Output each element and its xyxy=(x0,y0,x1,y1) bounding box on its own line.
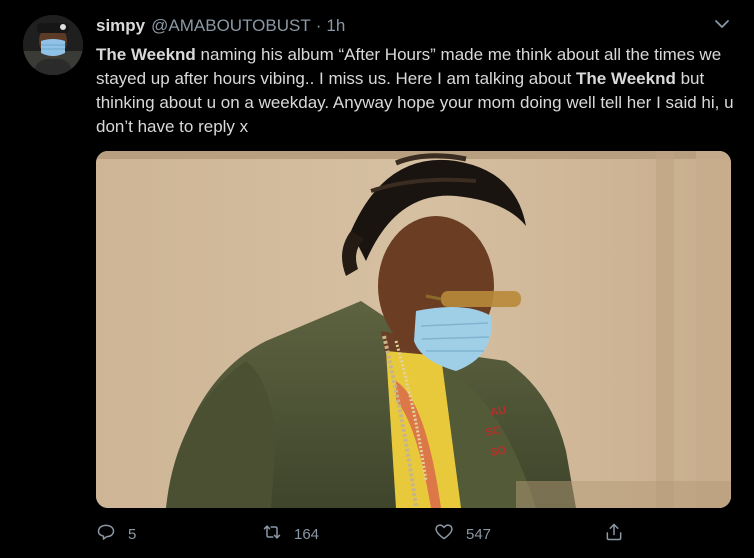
tweet-header: simpy @AMABOUTOBUST · 1h xyxy=(96,15,345,37)
like-button[interactable]: 547 xyxy=(434,520,491,548)
user-handle[interactable]: @AMABOUTOBUST xyxy=(151,16,311,36)
reply-button[interactable]: 5 xyxy=(96,520,136,548)
speech-bubble-icon xyxy=(96,522,116,547)
tweet-card[interactable]: simpy @AMABOUTOBUST · 1h The Weeknd nami… xyxy=(0,0,754,558)
like-count: 547 xyxy=(466,525,492,543)
retweet-count: 164 xyxy=(294,525,320,543)
photo-image: AU SC SO xyxy=(96,151,731,508)
timestamp[interactable]: 1h xyxy=(326,16,345,36)
chevron-down-icon[interactable] xyxy=(712,14,732,34)
heart-outline-icon xyxy=(434,522,454,547)
separator-dot: · xyxy=(315,16,322,35)
share-upload-icon xyxy=(604,522,624,547)
tweet-actions: 5 164 547 xyxy=(96,520,636,548)
tweet-text-segment: The Weeknd xyxy=(576,69,676,88)
profile-avatar[interactable] xyxy=(23,15,83,75)
share-button[interactable] xyxy=(604,520,624,548)
avatar-image xyxy=(23,15,83,75)
retweet-arrows-icon xyxy=(262,522,282,547)
retweet-button[interactable]: 164 xyxy=(262,520,319,548)
reply-count: 5 xyxy=(128,525,137,543)
display-name[interactable]: simpy xyxy=(96,16,145,36)
tweet-photo[interactable]: AU SC SO xyxy=(96,151,731,508)
tweet-text-segment: The Weeknd xyxy=(96,45,196,64)
tweet-text: The Weeknd naming his album “After Hours… xyxy=(96,43,741,139)
